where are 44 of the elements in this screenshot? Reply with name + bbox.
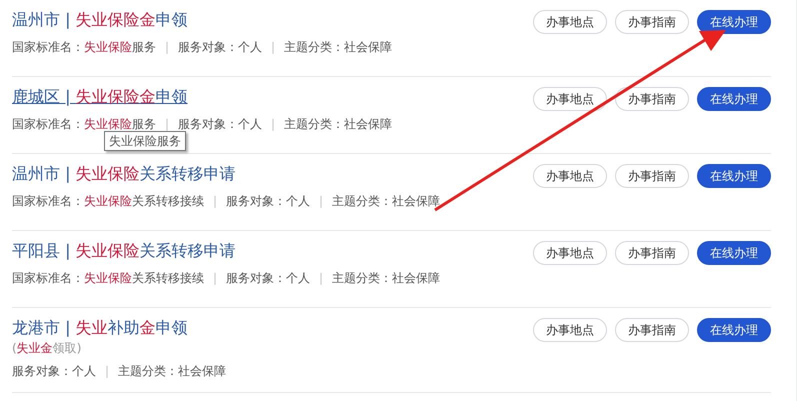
online-apply-button[interactable]: 在线办理 [697,241,771,265]
meta-text: 主题分类：社会保障 [118,363,226,380]
service-title-link[interactable]: 平阳县 | 失业保险关系转移申请 [12,239,236,263]
outline-button[interactable]: 办事地点 [533,164,607,188]
separator-mark: | [213,270,218,287]
separator-mark: | [271,116,276,133]
outline-button[interactable]: 办事指南 [615,241,689,265]
separator-mark: | [271,39,276,56]
meta-text: 服务对象：个人 [226,270,310,287]
meta-text: 主题分类：社会保障 [284,39,392,56]
meta-text: 国家标准名：失业保险服务 [12,39,156,56]
separator-mark: | [105,363,110,380]
meta-text: 国家标准名：失业保险服务 [12,116,156,133]
online-apply-button[interactable]: 在线办理 [697,10,771,34]
meta-text: 国家标准名：失业保险关系转移接续 [12,270,204,287]
meta-text: 主题分类：社会保障 [284,116,392,133]
meta-text: 国家标准名：失业保险关系转移接续 [12,193,204,210]
outline-button[interactable]: 办事地点 [533,241,607,265]
service-subtitle: (失业金领取) [12,340,82,356]
outline-button[interactable]: 办事地点 [533,10,607,34]
separator-mark: | [319,193,324,210]
meta-text: 主题分类：社会保障 [332,270,440,287]
service-title-link[interactable]: 龙港市 | 失业补助金申领 [12,316,188,340]
meta-text: 主题分类：社会保障 [332,193,440,210]
outline-button[interactable]: 办事指南 [615,318,689,342]
separator-mark: | [319,270,324,287]
outline-button[interactable]: 办事地点 [533,87,607,111]
separator-mark: | [165,116,170,133]
service-title-link[interactable]: 温州市 | 失业保险关系转移申请 [12,162,236,186]
separator-mark: | [165,39,170,56]
outline-button[interactable]: 办事指南 [615,10,689,34]
service-title-link[interactable]: 温州市 | 失业保险金申领 [12,8,188,32]
online-apply-button[interactable]: 在线办理 [697,87,771,111]
online-apply-button[interactable]: 在线办理 [697,318,771,342]
meta-text: 服务对象：个人 [226,193,310,210]
outline-button[interactable]: 办事地点 [533,318,607,342]
meta-text: 服务对象：个人 [178,39,262,56]
online-apply-button[interactable]: 在线办理 [697,164,771,188]
tooltip: 失业保险服务 [104,131,186,151]
separator-mark: | [213,193,218,210]
outline-button[interactable]: 办事指南 [615,164,689,188]
meta-text: 服务对象：个人 [178,116,262,133]
meta-text: 服务对象：个人 [12,363,96,380]
outline-button[interactable]: 办事指南 [615,87,689,111]
